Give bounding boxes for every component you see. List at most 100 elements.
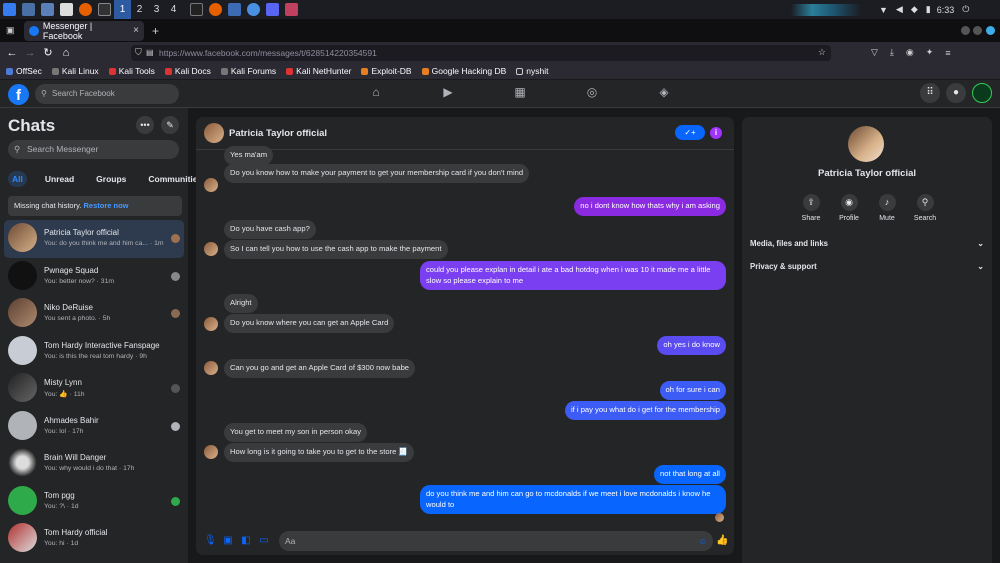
reload-icon[interactable]: ↻ — [39, 46, 57, 59]
profile-avatar[interactable] — [972, 83, 992, 103]
close-tab-icon[interactable]: × — [133, 25, 139, 36]
chat-item[interactable]: Brain Will Danger You: why would i do th… — [4, 445, 184, 483]
new-tab-button[interactable]: + — [152, 24, 159, 38]
search-placeholder: Search Facebook — [52, 89, 115, 98]
gaming-nav-icon[interactable]: ◈ — [628, 85, 700, 99]
message-incoming: Yes ma'am — [224, 146, 274, 165]
marketplace-nav-icon[interactable]: ▦ — [484, 85, 556, 99]
text-editor-icon[interactable] — [60, 3, 73, 16]
notification-icon[interactable]: ▼ — [879, 5, 888, 15]
contact-profile-avatar[interactable] — [848, 126, 884, 162]
bookmark-folder[interactable]: nyshit — [516, 66, 548, 76]
menu-icon[interactable]: ≡ — [945, 48, 950, 58]
notifications-bell-icon[interactable]: ● — [946, 83, 966, 103]
window-maximize-icon[interactable] — [973, 26, 982, 35]
firefox-window-icon[interactable] — [209, 3, 222, 16]
bookmark-kali-forums[interactable]: Kali Forums — [220, 66, 276, 76]
bookmark-kali-nethunter[interactable]: Kali NetHunter — [286, 66, 351, 76]
battery-icon[interactable]: ▮ — [926, 4, 931, 15]
firefox-launcher-icon[interactable] — [79, 3, 92, 16]
groups-nav-icon[interactable]: ◎ — [556, 85, 628, 99]
bookmark-ghdb[interactable]: Google Hacking DB — [421, 66, 506, 76]
lock-icon[interactable]: ▤ — [146, 48, 154, 57]
contact-avatar[interactable] — [204, 123, 224, 143]
privacy-support-section[interactable]: Privacy & support ⌄ — [750, 262, 984, 271]
workspace-1[interactable]: 1 — [114, 0, 131, 19]
message-input[interactable]: Aa ☺ — [279, 531, 713, 551]
facebook-logo[interactable]: f — [8, 84, 29, 105]
like-thumbs-up-icon[interactable]: 👍 — [716, 535, 728, 547]
video-nav-icon[interactable]: ▶ — [412, 85, 484, 99]
back-icon[interactable]: ← — [3, 47, 21, 59]
workspace-3[interactable]: 3 — [148, 4, 165, 15]
clock[interactable]: 6:33 — [937, 5, 955, 15]
filter-unread[interactable]: Unread — [41, 171, 78, 187]
bookmark-kali-docs[interactable]: Kali Docs — [164, 66, 211, 76]
chat-item[interactable]: Patricia Taylor official You: do you thi… — [4, 220, 184, 258]
new-message-icon[interactable]: ✎ — [161, 116, 179, 134]
info-icon[interactable]: i — [710, 127, 722, 139]
power-icon[interactable]: ⏻ — [962, 4, 969, 15]
pocket-icon[interactable]: ▽ — [871, 47, 878, 58]
window-minimize-icon[interactable] — [961, 26, 970, 35]
chat-item[interactable]: Tom Hardy Interactive Fanspage You: is t… — [4, 333, 184, 371]
checklist-window-icon[interactable] — [266, 3, 279, 16]
search-messenger-input[interactable]: ⚲ Search Messenger — [8, 140, 179, 159]
volume-icon[interactable]: ◀ — [896, 4, 903, 15]
workspace-4[interactable]: 4 — [165, 4, 182, 15]
filter-all[interactable]: All — [8, 171, 27, 187]
home-icon[interactable]: ⌂ — [57, 47, 75, 59]
sticker-icon[interactable]: ◧ — [240, 535, 252, 547]
terminal-launcher-icon[interactable] — [98, 3, 111, 16]
flag-window-icon[interactable] — [285, 3, 298, 16]
restore-now-link[interactable]: Restore now — [83, 201, 128, 210]
terminal-window-icon[interactable] — [190, 3, 203, 16]
filter-groups[interactable]: Groups — [92, 171, 130, 187]
downloads-icon[interactable]: ⤓ — [890, 47, 894, 58]
window-close-icon[interactable] — [986, 26, 995, 35]
verify-button[interactable]: ✓+ — [675, 125, 705, 140]
home-nav-icon[interactable]: ⌂ — [340, 85, 412, 99]
forward-icon[interactable]: → — [21, 47, 39, 59]
app-window-icon[interactable] — [247, 3, 260, 16]
shield-icon[interactable]: ⛉ — [135, 47, 142, 58]
kali-menu-icon[interactable] — [3, 3, 16, 16]
tab-list-icon[interactable]: ▣ — [6, 25, 15, 36]
bookmark-exploit-db[interactable]: Exploit-DB — [361, 66, 412, 76]
bell-icon[interactable]: ◆ — [911, 4, 918, 15]
workspace-2[interactable]: 2 — [131, 4, 148, 15]
profile-button[interactable]: ◉ Profile — [830, 194, 868, 222]
more-options-icon[interactable]: ••• — [136, 116, 154, 134]
facebook-search-input[interactable]: ⚲ Search Facebook — [35, 84, 179, 104]
chat-item[interactable]: Ahmades Bahir You: lol · 17h — [4, 408, 184, 446]
address-bar[interactable]: ⛉ ▤ https://www.facebook.com/messages/t/… — [131, 44, 831, 61]
menu-grid-icon[interactable]: ⠿ — [920, 83, 940, 103]
contact-name[interactable]: Patricia Taylor official — [229, 128, 327, 139]
media-files-links-section[interactable]: Media, files and links ⌄ — [750, 239, 984, 248]
file-manager-icon[interactable] — [41, 3, 54, 16]
extensions-icon[interactable]: ✦ — [926, 47, 934, 58]
bookmark-label: nyshit — [526, 66, 549, 76]
bookmark-offsec[interactable]: OffSec — [6, 66, 42, 76]
bookmark-kali-tools[interactable]: Kali Tools — [108, 66, 155, 76]
show-desktop-icon[interactable] — [22, 3, 35, 16]
chat-item[interactable]: Tom Hardy official You: hi · 1d — [4, 520, 184, 558]
bookmark-star-icon[interactable]: ☆ — [818, 47, 826, 58]
bookmark-kali-linux[interactable]: Kali Linux — [51, 66, 99, 76]
tab-messenger[interactable]: Messenger | Facebook × — [24, 20, 144, 41]
chat-item[interactable]: Niko DeRuise You sent a photo. · 5h — [4, 295, 184, 333]
microphone-icon[interactable]: 🎙 — [204, 535, 217, 547]
search-button[interactable]: ⚲ Search — [906, 194, 944, 222]
emoji-icon[interactable]: ☺ — [698, 531, 707, 551]
chat-item[interactable]: Pwnage Squad You: better now? · 31m — [4, 258, 184, 296]
chat-item[interactable]: Misty Lynn You: 👍 · 11h — [4, 370, 184, 408]
avatar — [8, 335, 37, 365]
share-button[interactable]: ⇪ Share — [792, 194, 830, 222]
attach-photo-icon[interactable]: ▣ — [222, 535, 234, 547]
bookmarks-bar: OffSec Kali Linux Kali Tools Kali Docs K… — [0, 63, 1000, 79]
folder-window-icon[interactable] — [228, 3, 241, 16]
account-icon[interactable]: ◉ — [906, 47, 914, 58]
chat-item[interactable]: Tom pgg You: ?\ · 1d — [4, 483, 184, 521]
mute-button[interactable]: ♪ Mute — [868, 194, 906, 222]
gif-icon[interactable]: ▭ — [258, 535, 270, 547]
